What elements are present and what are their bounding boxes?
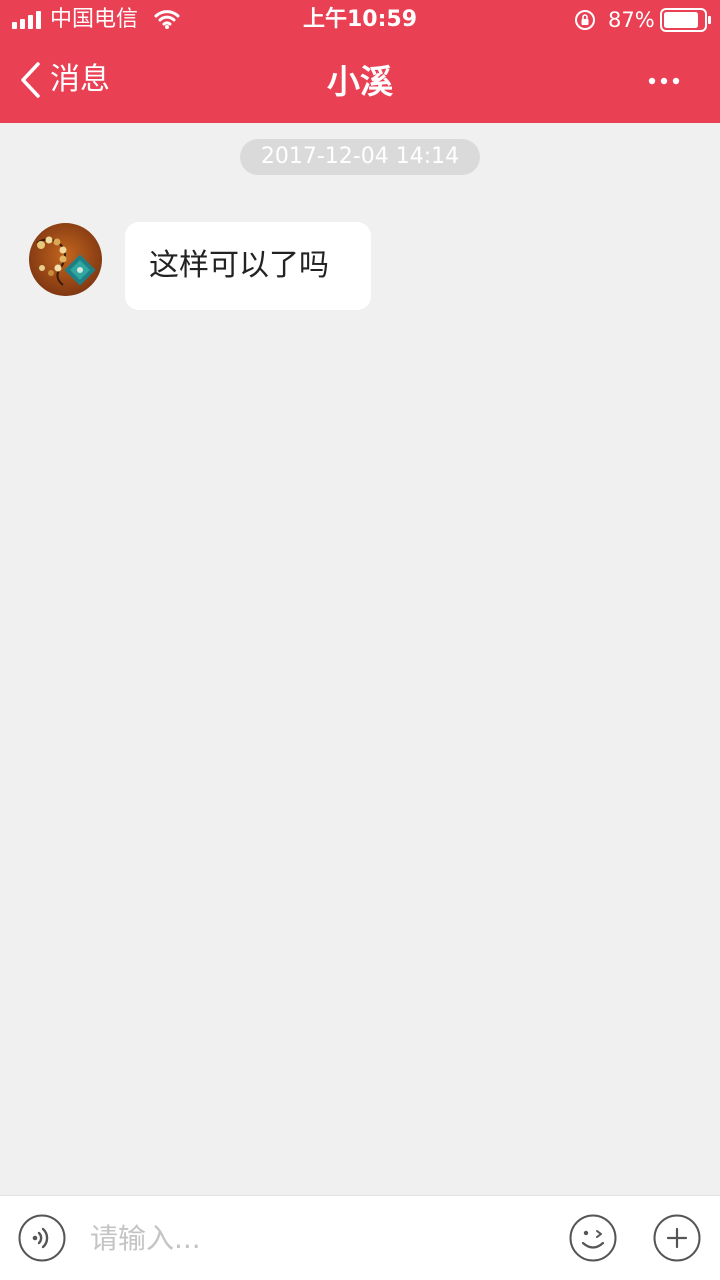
- voice-icon[interactable]: [18, 1214, 66, 1262]
- rotation-lock-icon: [575, 10, 595, 30]
- input-bar: [0, 1195, 720, 1280]
- message-bubble[interactable]: 这样可以了吗: [125, 222, 371, 310]
- message-input[interactable]: [90, 1214, 550, 1262]
- chat-area[interactable]: 2017-12-04 14:14 这样可以了吗: [0, 123, 720, 1195]
- message-timestamp: 2017-12-04 14:14: [240, 139, 480, 175]
- avatar[interactable]: [29, 223, 102, 296]
- status-bar: 中国电信 上午10:59 87%: [0, 0, 720, 40]
- emoji-icon[interactable]: [569, 1214, 617, 1262]
- battery-icon: [660, 8, 711, 32]
- nav-bar: 消息 小溪: [0, 40, 720, 123]
- plus-icon[interactable]: [653, 1214, 701, 1262]
- battery-percent: 87%: [608, 8, 655, 32]
- more-dots-icon[interactable]: [640, 66, 688, 96]
- page-title: 小溪: [327, 62, 393, 101]
- avatar-image: [29, 223, 102, 296]
